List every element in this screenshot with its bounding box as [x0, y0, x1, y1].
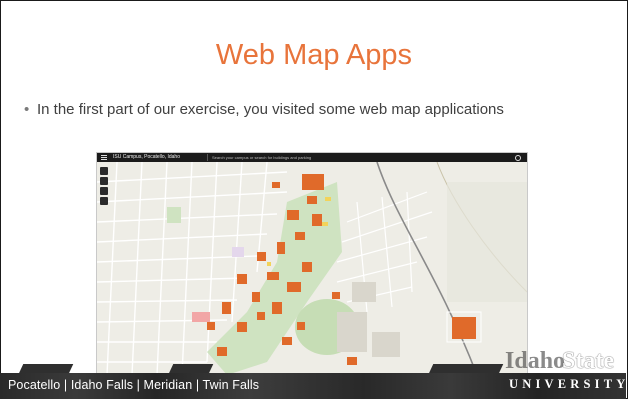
bullet-text-content: In the first part of our exercise, you v… — [37, 101, 504, 118]
logo-state: State — [562, 348, 614, 374]
slide-title: Web Map Apps — [215, 39, 413, 71]
locate-button — [100, 197, 108, 205]
menu-icon — [101, 155, 107, 160]
map-app-title: ISU Campus, Pocatello, Idaho — [113, 154, 180, 160]
bullet-marker: • — [24, 101, 30, 118]
zoom-out-button — [100, 177, 108, 185]
home-button — [100, 187, 108, 195]
logo-university: UNIVERSITY — [509, 377, 628, 391]
zoom-in-button — [100, 167, 108, 175]
map-app-header: ISU Campus, Pocatello, Idaho Search your… — [97, 153, 527, 162]
search-icon — [515, 155, 521, 161]
web-map-screenshot: ISU Campus, Pocatello, Idaho Search your… — [97, 153, 527, 375]
slide: Web Map Apps • In the first part of our … — [0, 0, 628, 399]
campus-locations: Pocatello | Idaho Falls | Meridian | Twi… — [8, 378, 260, 392]
logo-idaho: Idaho — [505, 348, 566, 374]
map-zoom-tools — [100, 167, 108, 207]
map-search-input: Search your campus or search for buildin… — [207, 154, 332, 161]
campus-map — [97, 162, 527, 375]
bullet-text: • In the first part of our exercise, you… — [24, 100, 577, 120]
